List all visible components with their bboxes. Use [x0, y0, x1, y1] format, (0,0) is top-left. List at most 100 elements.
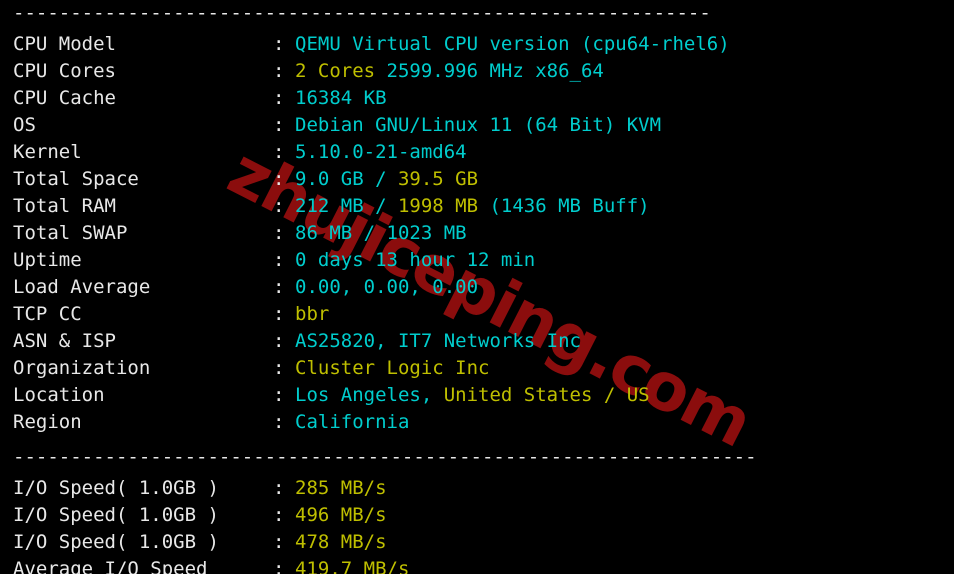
- system-info-row: OS: Debian GNU/Linux 11 (64 Bit) KVM: [0, 112, 954, 139]
- system-info-label: Total Space: [13, 168, 139, 190]
- system-info-row: Organization: Cluster Logic Inc: [0, 355, 954, 382]
- colon-separator: :: [273, 303, 285, 325]
- io-speed-value-segment: 285 MB/s: [295, 477, 387, 499]
- system-info-value: 9.0 GB / 39.5 GB: [295, 168, 478, 190]
- system-info-row: CPU Cache:16384 KB: [0, 85, 954, 112]
- colon-separator: :: [273, 558, 285, 574]
- system-info-value: 16384 KB: [295, 87, 387, 109]
- system-info-label: Load Average: [13, 276, 151, 298]
- system-info-value-segment: 2599.996 MHz x86_64: [386, 60, 604, 82]
- system-info-row: CPU Cores:2 Cores 2599.996 MHz x86_64: [0, 58, 954, 85]
- system-info-row: Region: California: [0, 409, 954, 436]
- system-info-value: 212 MB / 1998 MB (1436 MB Buff): [295, 195, 650, 217]
- system-info-value: AS25820, IT7 Networks Inc: [295, 330, 581, 352]
- colon-separator: :: [273, 504, 285, 526]
- io-speed-label: I/O Speed( 1.0GB ): [13, 504, 219, 526]
- colon-separator: :: [273, 357, 285, 379]
- system-info-label: Kernel: [13, 141, 82, 163]
- system-info-label: CPU Cache: [13, 87, 116, 109]
- system-info-row: Kernel:5.10.0-21-amd64: [0, 139, 954, 166]
- system-info-value-segment: 2 Cores: [295, 60, 387, 82]
- system-info-value: 86 MB / 1023 MB: [295, 222, 467, 244]
- io-speed-value: 496 MB/s: [295, 504, 387, 526]
- system-info-label: Location: [13, 384, 105, 406]
- io-speed-label: I/O Speed( 1.0GB ): [13, 477, 219, 499]
- system-info-label: Region: [13, 411, 82, 433]
- io-speed-section: I/O Speed( 1.0GB ):285 MB/s I/O Speed( 1.…: [0, 475, 954, 574]
- system-info-value: Cluster Logic Inc: [295, 357, 489, 379]
- system-info-value-segment: Debian GNU/Linux 11 (64 Bit) KVM: [295, 114, 662, 136]
- system-info-value-segment: 212 MB /: [295, 195, 398, 217]
- colon-separator: :: [273, 249, 285, 271]
- system-info-label: Total RAM: [13, 195, 116, 217]
- system-info-label: OS: [13, 114, 36, 136]
- system-info-label: CPU Model: [13, 33, 116, 55]
- io-speed-value-segment: 478 MB/s: [295, 531, 387, 553]
- system-info-row: TCP CC: bbr: [0, 301, 954, 328]
- system-info-value: bbr: [295, 303, 329, 325]
- system-info-value-segment: Cluster Logic Inc: [295, 357, 490, 379]
- system-info-row: Load Average:0.00, 0.00, 0.00: [0, 274, 954, 301]
- io-speed-value-segment: 496 MB/s: [295, 504, 387, 526]
- system-info-value: 5.10.0-21-amd64: [295, 141, 467, 163]
- colon-separator: :: [273, 384, 285, 406]
- colon-separator: :: [273, 411, 285, 433]
- system-info-value-segment: 5.10.0-21-amd64: [295, 141, 467, 163]
- system-info-value-segment: 1998 MB: [397, 195, 490, 217]
- system-info-value: 2 Cores 2599.996 MHz x86_64: [295, 60, 604, 82]
- system-info-row: CPU Model: QEMU Virtual CPU version (cpu6…: [0, 31, 954, 58]
- system-info-label: Uptime: [13, 249, 82, 271]
- system-info-value-segment: Los Angeles,: [295, 384, 444, 406]
- colon-separator: :: [273, 168, 285, 190]
- system-info-section: CPU Model: QEMU Virtual CPU version (cpu6…: [0, 31, 954, 436]
- io-speed-label: I/O Speed( 1.0GB ): [13, 531, 219, 553]
- io-speed-row: Average I/O Speed:419.7 MB/s: [0, 556, 954, 574]
- io-speed-value: 285 MB/s: [295, 477, 387, 499]
- colon-separator: :: [273, 531, 285, 553]
- system-info-value-segment: 39.5 GB: [397, 168, 479, 190]
- colon-separator: :: [273, 276, 285, 298]
- system-info-value-segment: QEMU Virtual CPU version (cpu64-rhel6): [295, 33, 730, 55]
- system-info-value: QEMU Virtual CPU version (cpu64-rhel6): [295, 33, 730, 55]
- io-speed-row: I/O Speed( 1.0GB ):478 MB/s: [0, 529, 954, 556]
- io-speed-value-segment: 419.7 MB/s: [295, 558, 410, 574]
- system-info-value-segment: 86 MB / 1023 MB: [295, 222, 467, 244]
- system-info-label: CPU Cores: [13, 60, 116, 82]
- terminal-content: ----------------------------------------…: [0, 0, 954, 574]
- colon-separator: :: [273, 33, 285, 55]
- colon-separator: :: [273, 87, 285, 109]
- system-info-value-segment: (1436 MB Buff): [489, 195, 650, 217]
- system-info-value: California: [295, 411, 409, 433]
- system-info-label: Total SWAP: [13, 222, 128, 244]
- system-info-value: Los Angeles, United States / US: [295, 384, 650, 406]
- system-info-row: Total Space:9.0 GB / 39.5 GB: [0, 166, 954, 193]
- colon-separator: :: [273, 477, 285, 499]
- system-info-value: Debian GNU/Linux 11 (64 Bit) KVM: [295, 114, 661, 136]
- system-info-value-segment: AS25820, IT7 Networks Inc: [295, 330, 581, 352]
- system-info-value-segment: bbr: [295, 303, 330, 325]
- colon-separator: :: [273, 222, 285, 244]
- colon-separator: :: [273, 195, 285, 217]
- colon-separator: :: [273, 141, 285, 163]
- system-info-value: 0.00, 0.00, 0.00: [295, 276, 478, 298]
- terminal-window: zhujiceping.com ------------------------…: [0, 0, 954, 574]
- separator-top: ----------------------------------------…: [13, 2, 711, 24]
- system-info-label: TCP CC: [13, 303, 82, 325]
- system-info-row: Total SWAP:86 MB / 1023 MB: [0, 220, 954, 247]
- system-info-label: Organization: [13, 357, 151, 379]
- system-info-value-segment: 0 days 13 hour 12 min: [295, 249, 536, 271]
- colon-separator: :: [273, 330, 285, 352]
- io-speed-value: 478 MB/s: [295, 531, 387, 553]
- system-info-row: Location: Los Angeles, United States / US: [0, 382, 954, 409]
- separator-middle: ----------------------------------------…: [13, 446, 757, 468]
- system-info-row: Uptime:0 days 13 hour 12 min: [0, 247, 954, 274]
- system-info-value-segment: 0.00, 0.00, 0.00: [295, 276, 479, 298]
- colon-separator: :: [273, 114, 285, 136]
- io-speed-row: I/O Speed( 1.0GB ):285 MB/s: [0, 475, 954, 502]
- system-info-row: Total RAM:212 MB / 1998 MB (1436 MB Buff…: [0, 193, 954, 220]
- system-info-value-segment: California: [295, 411, 410, 433]
- system-info-value-segment: United States / US: [443, 384, 650, 406]
- io-speed-value: 419.7 MB/s: [295, 558, 409, 574]
- system-info-value-segment: 16384 KB: [295, 87, 387, 109]
